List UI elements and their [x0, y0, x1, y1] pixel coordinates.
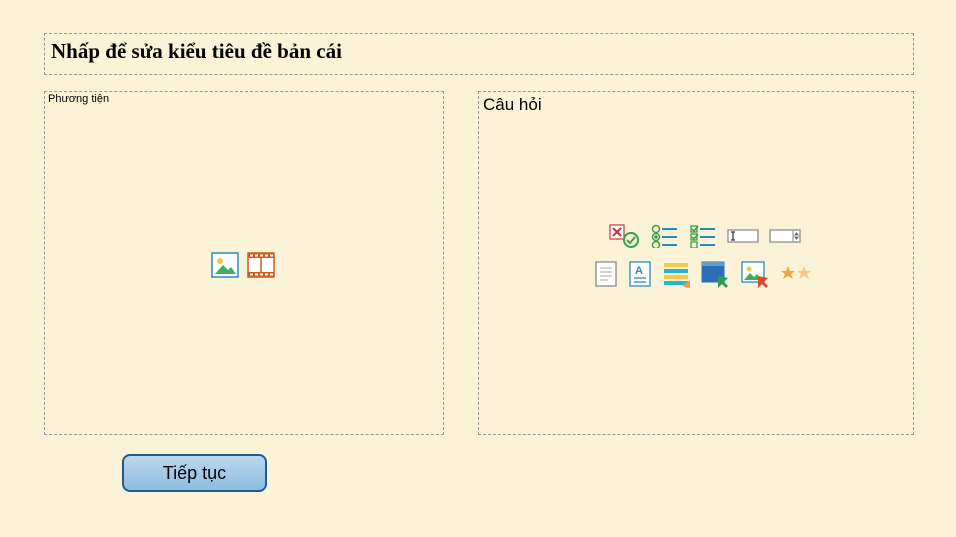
- continue-button[interactable]: Tiếp tục: [122, 454, 267, 492]
- check-list-icon[interactable]: [689, 224, 717, 248]
- svg-text:A: A: [635, 265, 643, 277]
- media-panel-label: Phương tiện: [48, 93, 109, 105]
- question-panel-label: Câu hỏi: [483, 95, 542, 115]
- image-select-icon[interactable]: [740, 260, 770, 288]
- media-icons-group: [211, 252, 275, 278]
- highlight-lines-icon[interactable]: [662, 260, 690, 288]
- stars-icon[interactable]: [780, 264, 814, 284]
- true-false-icon[interactable]: [609, 224, 641, 248]
- title-placeholder[interactable]: Nhấp để sửa kiểu tiêu đề bản cái: [44, 33, 914, 75]
- text-field-icon[interactable]: [727, 227, 759, 245]
- document-icon[interactable]: [594, 260, 618, 288]
- text-document-icon[interactable]: A: [628, 260, 652, 288]
- image-click-icon[interactable]: [700, 260, 730, 288]
- media-panel[interactable]: Phương tiện: [44, 91, 444, 435]
- radio-list-icon[interactable]: [651, 224, 679, 248]
- question-panel[interactable]: Câu hỏi: [478, 91, 914, 435]
- continue-button-label: Tiếp tục: [163, 463, 226, 484]
- question-icons-group: A: [594, 224, 904, 300]
- picture-icon[interactable]: [211, 252, 239, 278]
- numeric-field-icon[interactable]: [769, 227, 801, 245]
- film-icon[interactable]: [247, 252, 275, 278]
